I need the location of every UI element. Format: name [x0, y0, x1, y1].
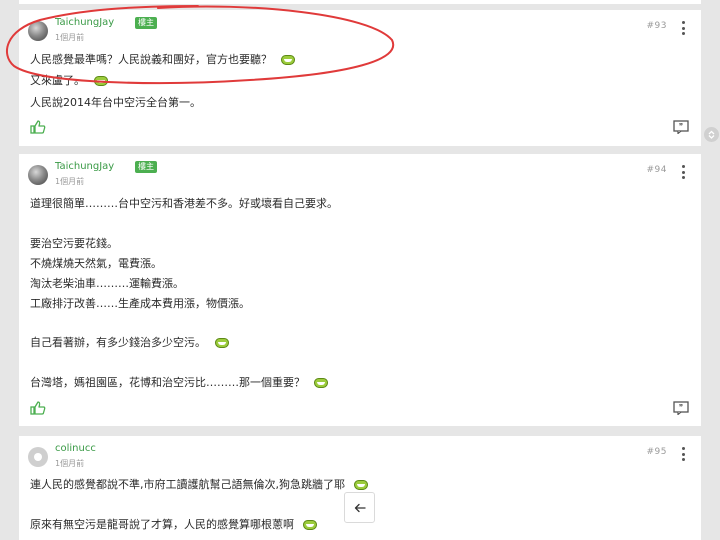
- quote-icon[interactable]: ❞: [673, 401, 689, 415]
- post-line: 工廠排汙改善……生產成本費用漲，物價漲。: [30, 297, 250, 310]
- scroll-handle[interactable]: [704, 127, 719, 142]
- username[interactable]: colinucc: [55, 443, 96, 454]
- avatar[interactable]: [28, 165, 48, 185]
- emoji-icon: [302, 519, 318, 531]
- post-line: 連人民的感覺都說不準,市府工讀護航幫己語無倫次,狗急跳牆了耶: [30, 476, 369, 492]
- post-94: TaichungJay 樓主 1個月前 #94 道理很簡單………台中空污和香港差…: [19, 154, 701, 426]
- post-line: 原來有無空污是龍哥說了才算，人民的感覺算哪根蔥啊: [30, 516, 318, 532]
- chevron-icon: [708, 130, 715, 139]
- emoji-icon: [353, 479, 369, 491]
- emoji-icon: [214, 337, 230, 349]
- svg-text:❞: ❞: [679, 403, 683, 412]
- username[interactable]: TaichungJay: [55, 161, 114, 172]
- post-line: 不燒煤燒天然氣，電費漲。: [30, 257, 162, 270]
- post-line: 道理很簡單………台中空污和香港差不多。好或壞看自己要求。: [30, 197, 338, 210]
- post-line: 要治空污要花錢。: [30, 237, 118, 250]
- back-arrow-icon: [354, 503, 366, 512]
- emoji-icon: [313, 377, 329, 389]
- more-vertical-icon[interactable]: [678, 447, 688, 461]
- post-line: 台灣塔，媽祖園區，花博和治空污比………那一個重要？: [30, 374, 329, 390]
- floor-number[interactable]: #95: [647, 447, 668, 457]
- more-vertical-icon[interactable]: [678, 165, 688, 179]
- post-line: 淘汰老柴油車………運輸費漲。: [30, 277, 184, 290]
- floor-number[interactable]: #94: [647, 165, 668, 175]
- post-time: 1個月前: [55, 459, 85, 468]
- back-button[interactable]: [344, 492, 375, 523]
- op-badge: 樓主: [135, 161, 157, 173]
- thumbs-up-icon[interactable]: [30, 401, 46, 415]
- avatar[interactable]: [28, 447, 48, 467]
- post-time: 1個月前: [55, 177, 85, 186]
- post-line: 自己看著辦，有多少錢治多少空污。: [30, 334, 230, 350]
- post-95: colinucc 1個月前 #95 連人民的感覺都說不準,市府工讀護航幫己語無倫…: [19, 436, 701, 540]
